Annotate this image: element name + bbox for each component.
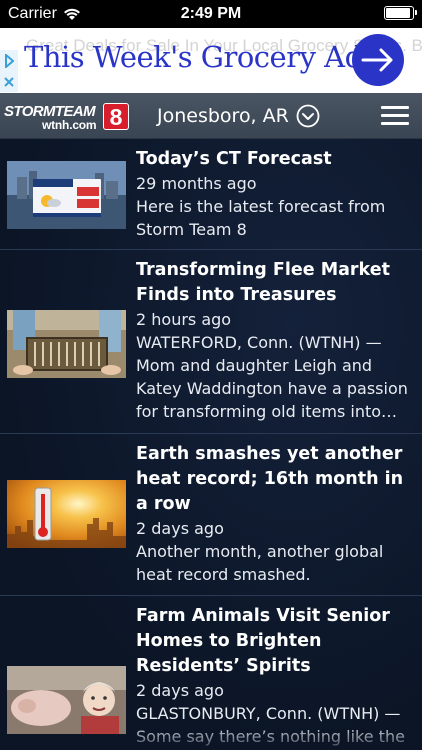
news-text: Earth smashes yet another heat record; 1… xyxy=(136,442,416,586)
battery-icon xyxy=(384,6,417,20)
news-item[interactable]: Earth smashes yet another heat record; 1… xyxy=(0,434,422,596)
news-title[interactable]: Earth smashes yet another heat record; 1… xyxy=(136,442,416,517)
ad-arrow-button[interactable] xyxy=(352,34,404,86)
news-item[interactable]: Transforming Flee Market Finds into Trea… xyxy=(0,250,422,434)
news-thumbnail-farm-animals xyxy=(7,666,126,734)
news-summary: WATERFORD, Conn. (WTNH) — Mom and daught… xyxy=(136,333,408,421)
news-time: 2 days ago xyxy=(136,519,224,538)
news-text: Farm Animals Visit Senior Homes to Brigh… xyxy=(136,604,416,748)
news-thumbnail-forecast xyxy=(7,161,126,229)
news-thumbnail-heat xyxy=(7,480,126,548)
news-time: 2 hours ago xyxy=(136,310,232,329)
hamburger-menu-icon[interactable] xyxy=(381,106,409,126)
news-item[interactable]: Farm Animals Visit Senior Homes to Brigh… xyxy=(0,596,422,750)
news-summary: GLASTONBURY, Conn. (WTNH) — Some say the… xyxy=(136,704,405,746)
ad-banner[interactable]: Great Deals for Sale In Your Local Groce… xyxy=(0,28,422,93)
news-time: 29 months ago xyxy=(136,174,257,193)
location-label[interactable]: Jonesboro, AR xyxy=(157,105,289,127)
news-text: Transforming Flee Market Finds into Trea… xyxy=(136,258,416,423)
status-bar: Carrier 2:49 PM xyxy=(0,0,422,28)
app-header: STORMTEAM wtnh.com 8 Jonesboro, AR xyxy=(0,93,422,139)
ad-headline[interactable]: This Week's Grocery Ad xyxy=(24,40,363,74)
news-title[interactable]: Farm Animals Visit Senior Homes to Brigh… xyxy=(136,604,416,679)
news-title[interactable]: Transforming Flee Market Finds into Trea… xyxy=(136,258,416,308)
news-thumbnail-furniture xyxy=(7,310,126,378)
logo-number: 8 xyxy=(103,103,129,130)
news-feed[interactable]: Today’s CT Forecast 29 months ago Here i… xyxy=(0,139,422,750)
status-time: 2:49 PM xyxy=(180,5,242,22)
logo-bottom-text: wtnh.com xyxy=(42,118,97,132)
close-icon[interactable] xyxy=(0,72,18,92)
news-summary: Another month, another global heat recor… xyxy=(136,542,384,584)
arrow-right-icon xyxy=(361,48,393,72)
adchoices-icon[interactable] xyxy=(0,50,18,72)
news-item[interactable]: Today’s CT Forecast 29 months ago Here i… xyxy=(0,139,422,250)
stormteam-logo[interactable]: STORMTEAM wtnh.com 8 xyxy=(4,103,132,132)
status-right xyxy=(384,6,417,20)
news-title[interactable]: Today’s CT Forecast xyxy=(136,147,416,172)
news-time: 2 days ago xyxy=(136,681,224,700)
news-summary: Here is the latest forecast from Storm T… xyxy=(136,197,386,239)
news-text: Today’s CT Forecast 29 months ago Here i… xyxy=(136,147,416,241)
chevron-down-icon[interactable] xyxy=(296,104,320,128)
